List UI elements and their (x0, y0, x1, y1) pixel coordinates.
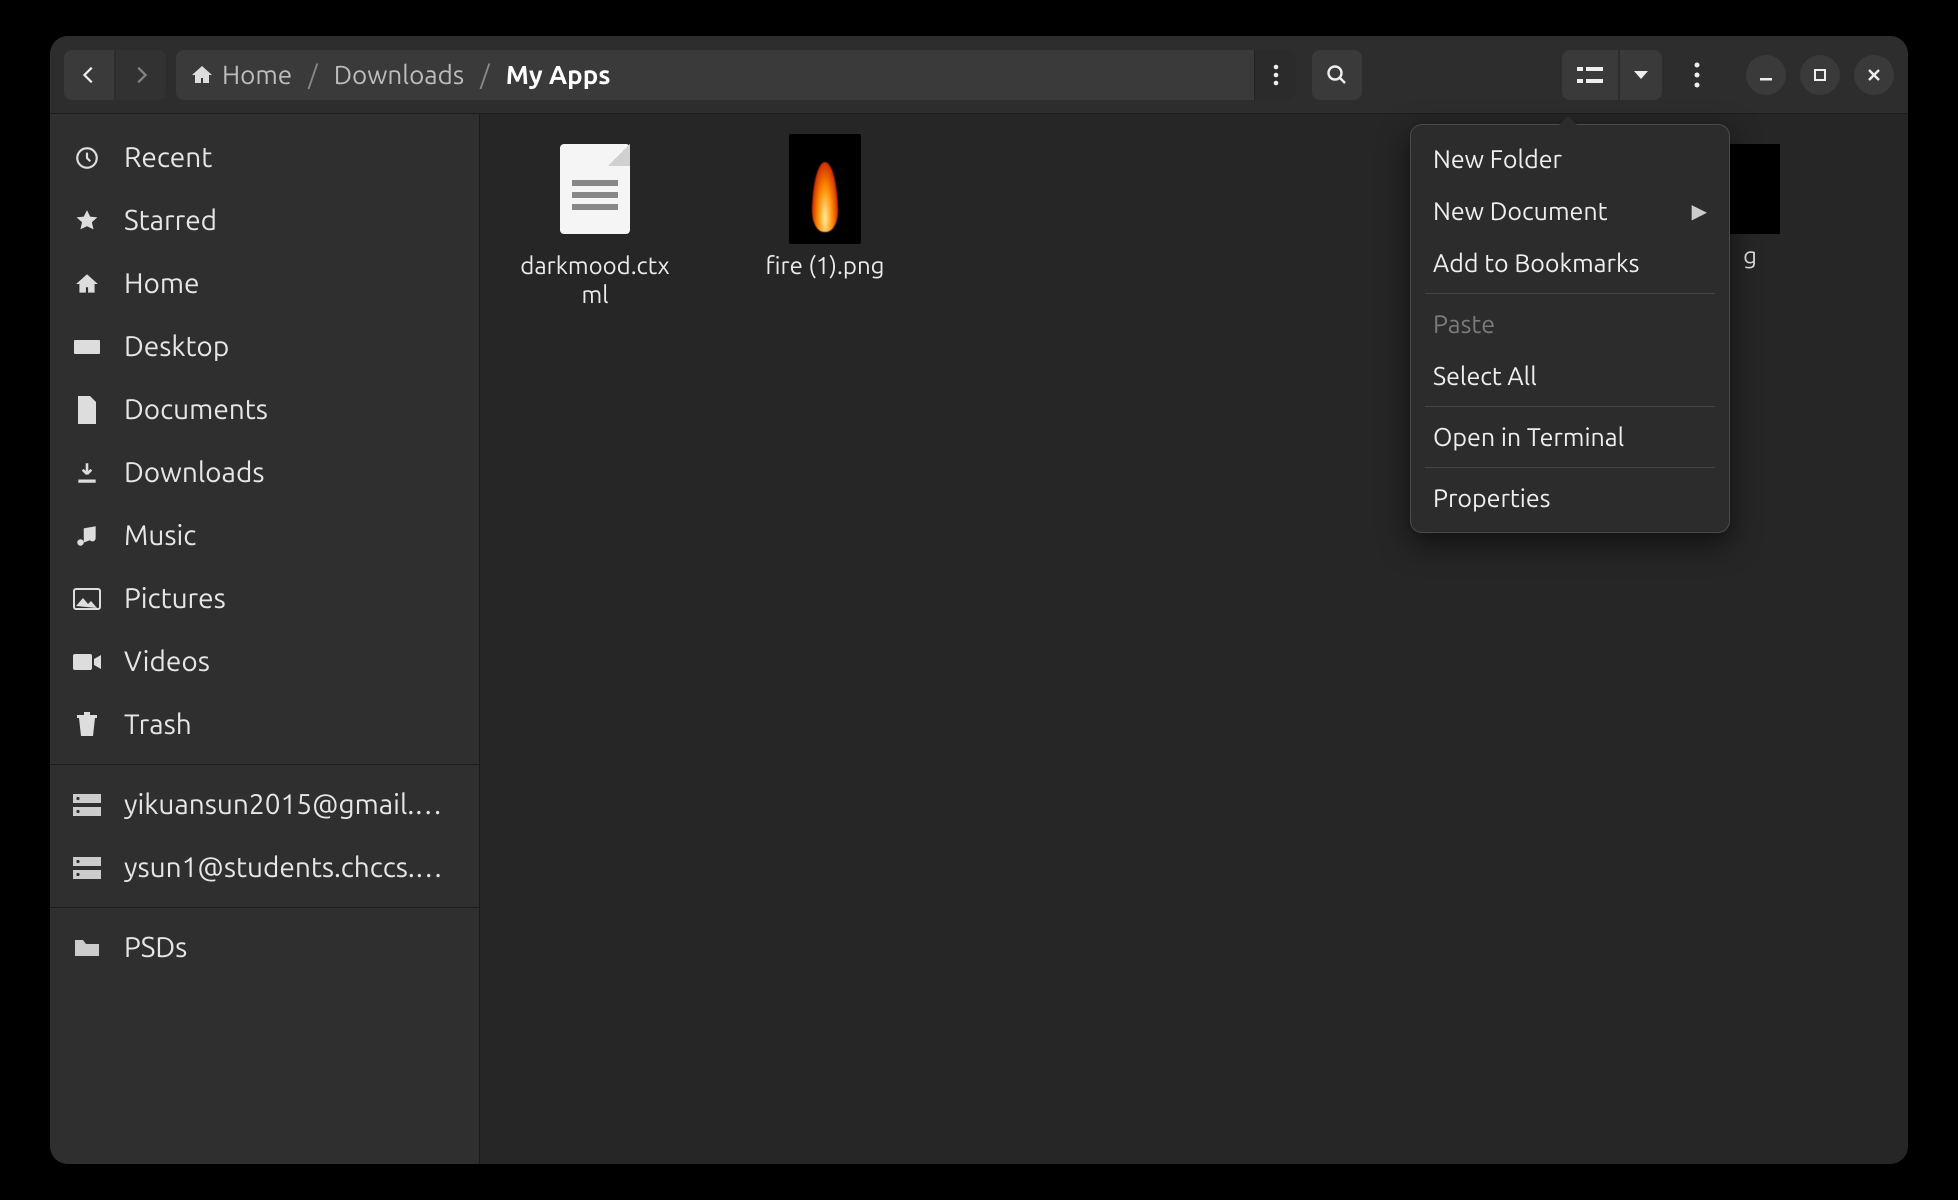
sidebar-item-starred[interactable]: Starred (50, 189, 479, 252)
menu-item-label: Properties (1433, 484, 1550, 512)
breadcrumb-downloads-label: Downloads (334, 60, 464, 89)
menu-separator (1425, 406, 1715, 407)
sidebar-item-trash[interactable]: Trash (50, 693, 479, 756)
sidebar-item-psds[interactable]: PSDs (50, 916, 479, 979)
view-list-button[interactable] (1562, 50, 1618, 100)
trash-icon (72, 712, 102, 738)
context-menu: New Folder New Document ▶ Add to Bookmar… (1410, 124, 1730, 533)
file-item[interactable]: fire (1).png (740, 134, 910, 281)
hamburger-menu-button[interactable] (1672, 50, 1722, 100)
window-controls (1746, 55, 1894, 95)
menu-item-label: New Document (1433, 197, 1607, 225)
menu-item-new-folder[interactable]: New Folder (1411, 133, 1729, 185)
desktop-icon (72, 337, 102, 357)
sidebar-item-videos[interactable]: Videos (50, 630, 479, 693)
breadcrumb-current-label: My Apps (506, 60, 611, 89)
home-icon (72, 271, 102, 297)
breadcrumb-downloads[interactable]: Downloads (334, 60, 464, 89)
sidebar-item-label: PSDs (124, 932, 187, 963)
breadcrumb-current[interactable]: My Apps (506, 60, 611, 89)
sidebar-item-music[interactable]: Music (50, 504, 479, 567)
menu-item-label: New Folder (1433, 145, 1562, 173)
sidebar-item-label: Documents (124, 394, 268, 425)
toolbar: Home / Downloads / My Apps (50, 36, 1908, 114)
path-menu-button[interactable] (1254, 50, 1296, 100)
menu-item-select-all[interactable]: Select All (1411, 350, 1729, 402)
menu-item-label: Paste (1433, 310, 1495, 338)
search-button[interactable] (1312, 50, 1362, 100)
sidebar-item-label: Recent (124, 142, 212, 173)
sidebar-item-label: Desktop (124, 331, 229, 362)
clock-icon (72, 145, 102, 171)
sidebar-item-label: Pictures (124, 583, 226, 614)
document-icon (72, 396, 102, 424)
file-name: darkmood.ctxml (515, 252, 675, 310)
menu-item-properties[interactable]: Properties (1411, 472, 1729, 524)
menu-item-new-document[interactable]: New Document ▶ (1411, 185, 1729, 237)
sidebar-item-home[interactable]: Home (50, 252, 479, 315)
text-document-icon (560, 144, 630, 234)
sidebar-item-label: Downloads (124, 457, 264, 488)
file-manager-window: Home / Downloads / My Apps (50, 36, 1908, 1164)
sidebar-item-recent[interactable]: Recent (50, 126, 479, 189)
sidebar-separator (50, 907, 479, 908)
fire-image-icon (789, 134, 861, 244)
file-thumbnail (550, 134, 640, 244)
menu-item-label: Add to Bookmarks (1433, 249, 1639, 277)
file-name: fire (1).png (766, 252, 885, 281)
music-icon (72, 523, 102, 549)
sidebar-account-1[interactable]: yikuansun2015@gmail.… (50, 773, 479, 836)
sidebar-item-desktop[interactable]: Desktop (50, 315, 479, 378)
folder-icon (72, 937, 102, 959)
star-icon (72, 208, 102, 234)
breadcrumb-separator: / (474, 60, 496, 89)
sidebar-item-label: Music (124, 520, 196, 551)
file-view[interactable]: darkmood.ctxml fire (1).png g New Folder… (480, 114, 1908, 1164)
sidebar-item-label: Starred (124, 205, 217, 236)
sidebar-item-label: Home (124, 268, 200, 299)
breadcrumb-home[interactable]: Home (190, 60, 292, 89)
menu-item-label: Open in Terminal (1433, 423, 1624, 451)
sidebar-item-pictures[interactable]: Pictures (50, 567, 479, 630)
menu-item-add-bookmarks[interactable]: Add to Bookmarks (1411, 237, 1729, 289)
breadcrumb: Home / Downloads / My Apps (176, 50, 1296, 100)
sidebar: Recent Starred Home Desktop Documents Do… (50, 114, 480, 1164)
sidebar-account-label: yikuansun2015@gmail.… (124, 789, 442, 820)
close-button[interactable] (1854, 55, 1894, 95)
home-icon (190, 63, 214, 87)
sidebar-item-downloads[interactable]: Downloads (50, 441, 479, 504)
sidebar-item-documents[interactable]: Documents (50, 378, 479, 441)
menu-item-paste: Paste (1411, 298, 1729, 350)
menu-item-label: Select All (1433, 362, 1537, 390)
sidebar-account-2[interactable]: ysun1@students.chccs.… (50, 836, 479, 899)
chevron-right-icon: ▶ (1692, 199, 1707, 223)
video-icon (72, 652, 102, 672)
file-thumbnail (780, 134, 870, 244)
view-dropdown-button[interactable] (1620, 50, 1662, 100)
maximize-button[interactable] (1800, 55, 1840, 95)
breadcrumb-home-label: Home (222, 60, 292, 89)
menu-item-open-terminal[interactable]: Open in Terminal (1411, 411, 1729, 463)
server-icon (72, 857, 102, 879)
sidebar-item-label: Trash (124, 709, 192, 740)
breadcrumb-separator: / (302, 60, 324, 89)
menu-separator (1425, 467, 1715, 468)
picture-icon (72, 588, 102, 610)
sidebar-account-label: ysun1@students.chccs.… (124, 852, 443, 883)
sidebar-separator (50, 764, 479, 765)
window-body: Recent Starred Home Desktop Documents Do… (50, 114, 1908, 1164)
back-button[interactable] (64, 50, 114, 100)
forward-button[interactable] (116, 50, 166, 100)
download-icon (72, 460, 102, 486)
server-icon (72, 794, 102, 816)
menu-separator (1425, 293, 1715, 294)
sidebar-item-label: Videos (124, 646, 210, 677)
file-item[interactable]: darkmood.ctxml (510, 134, 680, 310)
minimize-button[interactable] (1746, 55, 1786, 95)
